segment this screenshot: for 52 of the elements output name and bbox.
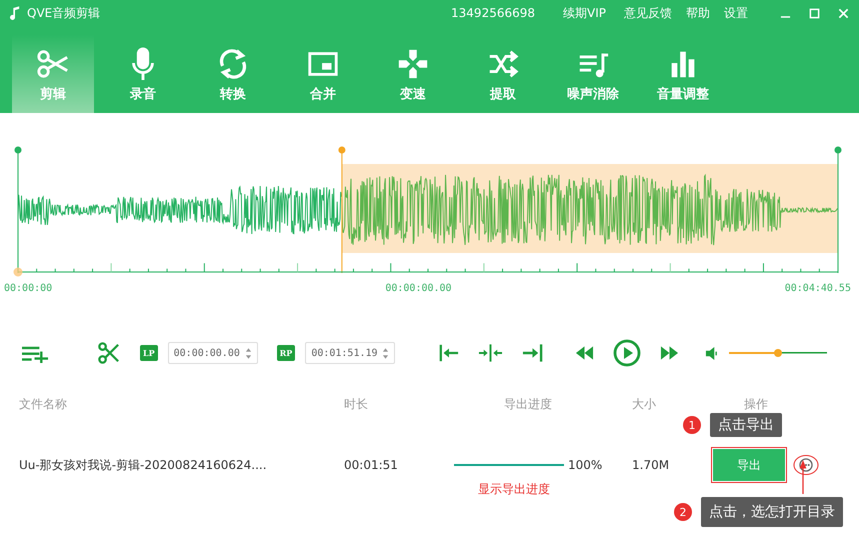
step-number-badge: 1 xyxy=(683,416,701,434)
annotation-arrow xyxy=(798,460,808,494)
maximize-icon[interactable] xyxy=(809,8,820,18)
duration-cell-text: 00:01:51 xyxy=(343,458,399,472)
column-header: 导出进度 xyxy=(503,396,553,412)
skip-to-start-icon[interactable] xyxy=(439,343,460,363)
header-link[interactable]: 意见反馈 xyxy=(624,4,672,22)
export-button[interactable]: 导出 xyxy=(713,449,785,481)
toolbar-tab[interactable]: 转换 xyxy=(192,35,274,113)
account-number: 13492566698 xyxy=(451,6,536,20)
column-header: 大小 xyxy=(631,396,657,412)
more-options-icon[interactable] xyxy=(793,454,819,476)
toolbar-tab[interactable]: 音量调整 xyxy=(642,35,724,113)
file-name-cell-text: Uu-那女孩对我说-剪辑-20200824160624.... xyxy=(18,456,268,474)
column-header: 操作 xyxy=(743,396,768,412)
toolbar-tab[interactable]: 提取 xyxy=(462,35,544,113)
lp-time-field[interactable]: 00:00:00.00 xyxy=(168,342,258,364)
toolbar-tab[interactable]: 噪声消除 xyxy=(552,35,634,113)
progress-annotation: 显示导出进度 xyxy=(478,481,550,498)
header-link[interactable]: 设置 xyxy=(724,4,748,22)
scissors-icon[interactable] xyxy=(98,342,120,364)
column-header: 文件名称 xyxy=(18,396,68,412)
fast-forward-icon[interactable] xyxy=(660,346,680,360)
current-time: 00:00:00.00 xyxy=(385,283,452,296)
lp-badge: LP xyxy=(140,345,158,361)
spinner-icon[interactable] xyxy=(244,346,252,360)
callout-tooltip: 点击导出 xyxy=(710,413,782,437)
close-icon[interactable] xyxy=(838,8,849,18)
toolbar-tab[interactable]: 录音 xyxy=(102,35,184,113)
end-time: 00:04:40.55 xyxy=(784,283,851,296)
header-link[interactable]: 续期VIP xyxy=(563,4,606,22)
dpad-icon xyxy=(396,47,430,81)
toolbar-tab[interactable]: 变速 xyxy=(372,35,454,113)
size-cell-text: 1.70M xyxy=(631,458,670,472)
window-title: QVE音频剪辑 xyxy=(27,4,100,22)
spinner-icon[interactable] xyxy=(382,346,390,360)
split-icon[interactable] xyxy=(478,343,504,363)
step-number-badge: 2 xyxy=(674,503,692,521)
rewind-icon[interactable] xyxy=(575,346,594,360)
callout-tooltip: 点击，选怎打开目录 xyxy=(701,497,843,527)
skip-to-end-icon[interactable] xyxy=(522,343,544,363)
percent-cell: 100% xyxy=(568,458,602,472)
rp-badge: RP xyxy=(276,345,296,361)
volume-icon[interactable] xyxy=(705,346,718,360)
column-header: 时长 xyxy=(343,396,369,412)
play-icon[interactable] xyxy=(613,339,642,367)
start-time: 00:00:00 xyxy=(4,283,52,296)
rp-time-field[interactable]: 00:01:51.19 xyxy=(305,342,396,364)
header-link[interactable]: 帮助 xyxy=(686,4,710,22)
toolbar-tab[interactable]: 合并 xyxy=(282,35,364,113)
toolbar-tab[interactable]: 剪辑 xyxy=(12,35,94,113)
music-note-icon xyxy=(10,6,20,20)
